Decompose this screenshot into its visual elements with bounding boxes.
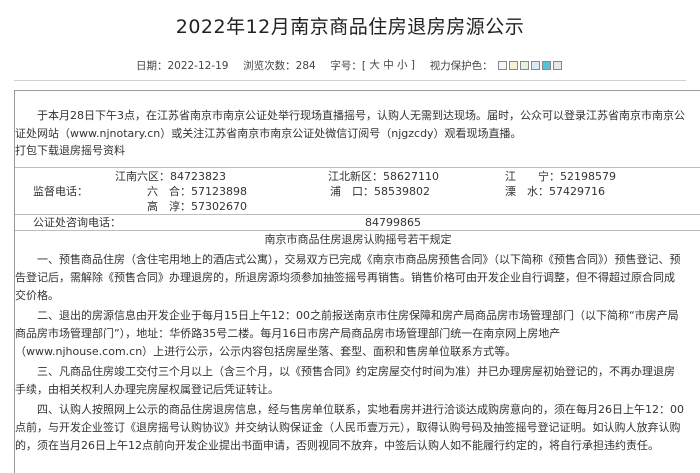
color-swatch-1[interactable] <box>498 60 508 70</box>
eye-protect-label: 视力保护色： <box>429 59 493 72</box>
phone-gaochun: 高 淳：57302670 <box>147 200 247 213</box>
phone-jiangning: 江 宁：52198579 <box>505 170 616 183</box>
phone-jiangbei: 江北新区：58627110 <box>328 170 439 183</box>
article-content: 于本月28日下午3点，在江苏省南京市南京公证处举行现场直播摇号，认购人无需到达现… <box>14 90 700 473</box>
phone-lishui: 溧 水：57429716 <box>505 185 605 198</box>
color-swatch-2[interactable] <box>509 60 519 70</box>
header-divider <box>14 80 686 81</box>
color-swatch-3[interactable] <box>520 60 530 70</box>
page-title: 2022年12月南京商品住房退房房源公示 <box>175 16 525 38</box>
phone-table: 江南六区：84723823 江北新区：58627110 江 宁：52198579… <box>15 169 700 214</box>
font-size-label: 字号：[ <box>330 59 367 72</box>
phone-jiangnan: 江南六区：84723823 <box>115 170 226 183</box>
view-count: 浏览次数：284 <box>243 59 316 72</box>
font-size-small-button[interactable]: 小 <box>397 59 408 71</box>
notary-number: 84799865 <box>365 216 421 229</box>
color-swatch-6[interactable] <box>553 60 563 70</box>
font-size-medium-button[interactable]: 中 <box>383 59 394 71</box>
font-size-large-button[interactable]: 大 <box>369 59 380 71</box>
phone-label: 监督电话： <box>33 185 88 198</box>
rule-paragraph: 一、预售商品住房（含住宅用地上的酒店式公寓），交易双方已完成《南京市商品房预售合… <box>15 253 681 302</box>
phone-liuhe: 六 合：57123898 <box>147 185 247 198</box>
notary-row: 公证处咨询电话： 84799865 <box>15 215 700 230</box>
rule-paragraph: 二、退出的房源信息由开发企业于每月15日上午12：00之前报送南京市住房保障和房… <box>15 309 679 358</box>
publish-date: 日期：2022-12-19 <box>135 59 229 72</box>
font-size-end: ] <box>410 59 415 71</box>
notary-label: 公证处咨询电话： <box>33 216 121 229</box>
article-meta: 日期：2022-12-19 浏览次数：284 字号：[ 大 中 小 ] 视力保护… <box>0 57 700 73</box>
phone-pukou: 浦 口：58539802 <box>330 185 430 198</box>
rule-paragraph: 四、认购人按照网上公示的商品住房退房信息，经与售房单位联系，实地看房并进行洽谈达… <box>15 403 684 452</box>
rule-paragraph: 三、凡商品住房竣工交付三个月以上（含三个月，以《预售合同》约定房屋交付时间为准）… <box>15 365 675 396</box>
table-rule <box>15 167 700 168</box>
eye-protect-swatches <box>498 59 564 71</box>
rules-title: 南京市商品住房退房认购摇号若干规定 <box>264 233 452 246</box>
color-swatch-5[interactable] <box>542 60 552 70</box>
color-swatch-4[interactable] <box>531 60 541 70</box>
intro-paragraph: 于本月28日下午3点，在江苏省南京市南京公证处举行现场直播摇号，认购人无需到达现… <box>15 109 685 140</box>
download-link[interactable]: 打包下载退房摇号资料 <box>15 143 700 159</box>
